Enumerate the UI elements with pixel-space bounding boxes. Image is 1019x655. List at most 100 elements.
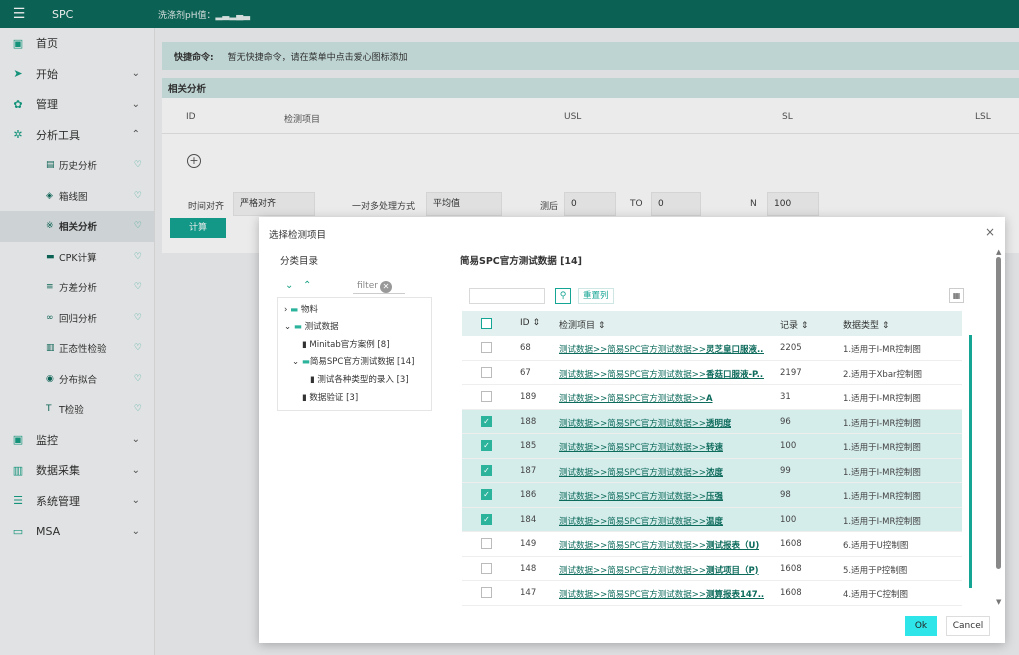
row-count: 98 xyxy=(780,490,791,500)
tree-node-test-data[interactable]: ⌄ ▬ 测试数据 xyxy=(284,320,339,332)
dialog-scrollbar[interactable] xyxy=(996,257,1001,569)
header-type[interactable]: 数据类型 ⇕ xyxy=(843,318,889,331)
table-scrollbar[interactable] xyxy=(969,335,972,588)
expand-all-icon[interactable]: ⌄ xyxy=(285,280,293,291)
row-item-link[interactable]: 测试数据>>简易SPC官方测试数据>>浓度 xyxy=(559,466,723,478)
table-row[interactable]: ✓ 187 测试数据>>简易SPC官方测试数据>>浓度 99 1.适用于I-MR控制图 xyxy=(462,458,962,483)
row-checkbox[interactable] xyxy=(481,342,492,353)
row-item-name: A xyxy=(705,394,713,404)
row-id: 184 xyxy=(520,514,537,525)
row-item-name: 测算报表147... xyxy=(705,590,764,600)
item-search-input[interactable] xyxy=(469,288,545,304)
row-checkbox[interactable] xyxy=(481,587,492,598)
tree-node-data-validation[interactable]: ▮ 数据验证 [3] xyxy=(302,391,358,403)
row-item-link[interactable]: 测试数据>>简易SPC官方测试数据>>A xyxy=(559,392,713,404)
row-checkbox[interactable] xyxy=(481,562,492,574)
folder-open-icon: ▬ xyxy=(301,357,310,367)
row-item-link[interactable]: 测试数据>>简易SPC官方测试数据>>测试报表（U) xyxy=(559,539,759,551)
row-checkbox[interactable]: ✓ xyxy=(481,464,492,476)
row-count: 99 xyxy=(780,465,791,476)
ok-button[interactable]: Ok xyxy=(905,616,937,636)
tree-node-label: 数据验证 [3] xyxy=(309,393,359,403)
tree-filter-input[interactable]: filter xyxy=(353,278,405,294)
row-item-link[interactable]: 测试数据>>简易SPC官方测试数据>>转速 xyxy=(559,441,723,453)
select-all-checkbox[interactable] xyxy=(481,318,492,329)
row-count: 2205 xyxy=(780,343,802,353)
row-item-link[interactable]: 测试数据>>简易SPC官方测试数据>>香菇口服液-P... xyxy=(559,368,764,380)
row-item-prefix: 测试数据>>简易SPC官方测试数据>> xyxy=(559,590,706,600)
row-item-link[interactable]: 测试数据>>简易SPC官方测试数据>>灵芝皇口服液... xyxy=(559,343,764,355)
row-checkbox[interactable] xyxy=(481,366,492,378)
row-checkbox[interactable]: ✓ xyxy=(481,489,492,500)
row-item-prefix: 测试数据>>简易SPC官方测试数据>> xyxy=(559,492,706,502)
folder-icon: ▬ xyxy=(290,305,299,315)
column-settings-icon[interactable]: ▦ xyxy=(949,288,964,303)
row-count: 96 xyxy=(780,416,791,427)
tree-node-input-types[interactable]: ▮ 测试各种类型的录入 [3] xyxy=(310,373,409,385)
row-item-link[interactable]: 测试数据>>简易SPC官方测试数据>>温度 xyxy=(559,515,723,527)
tree-node-material[interactable]: › ▬ 物料 xyxy=(284,303,318,315)
search-icon[interactable]: ⚲ xyxy=(555,288,571,304)
header-item[interactable]: 检测项目 ⇕ xyxy=(559,318,605,331)
table-row[interactable]: ✓ 184 测试数据>>简易SPC官方测试数据>>温度 100 1.适用于I-MR控制图 xyxy=(462,507,962,532)
row-id: 149 xyxy=(520,539,537,549)
row-count: 100 xyxy=(780,514,797,525)
row-item-name: 转速 xyxy=(705,443,723,453)
table-row[interactable]: 147 测试数据>>简易SPC官方测试数据>>测算报表147... 1608 4.适用… xyxy=(462,581,962,606)
item-table-header: ID ⇕ 检测项目 ⇕ 记录 ⇕ 数据类型 ⇕ xyxy=(462,311,962,336)
row-item-prefix: 测试数据>>简易SPC官方测试数据>> xyxy=(559,345,706,355)
file-icon: ▮ xyxy=(302,340,307,350)
row-id: 187 xyxy=(520,465,537,476)
reset-columns-button[interactable]: 重置列 xyxy=(578,288,614,304)
row-id: 148 xyxy=(520,563,537,574)
row-checkbox[interactable] xyxy=(481,538,492,549)
row-id: 147 xyxy=(520,588,537,598)
row-type: 1.适用于I-MR控制图 xyxy=(843,467,921,478)
row-item-link[interactable]: 测试数据>>简易SPC官方测试数据>>压强 xyxy=(559,490,723,502)
row-item-name: 测试项目（P) xyxy=(705,565,759,576)
header-count[interactable]: 记录 ⇕ xyxy=(780,318,808,331)
table-row[interactable]: 149 测试数据>>简易SPC官方测试数据>>测试报表（U) 1608 6.适用于U控… xyxy=(462,532,962,557)
row-type: 1.适用于I-MR控制图 xyxy=(843,394,921,404)
tree-node-minitab[interactable]: ▮ Minitab官方案例 [8] xyxy=(302,338,390,350)
table-row[interactable]: 68 测试数据>>简易SPC官方测试数据>>灵芝皇口服液... 2205 1.适用于I… xyxy=(462,336,962,361)
row-item-link[interactable]: 测试数据>>简易SPC官方测试数据>>透明度 xyxy=(559,417,731,429)
row-checkbox[interactable]: ✓ xyxy=(481,415,492,427)
table-row[interactable]: 67 测试数据>>简易SPC官方测试数据>>香菇口服液-P... 2197 2.适用于… xyxy=(462,361,962,385)
row-checkbox[interactable]: ✓ xyxy=(481,440,492,451)
row-type: 6.适用于U控制图 xyxy=(843,541,909,551)
table-row[interactable]: ✓ 186 测试数据>>简易SPC官方测试数据>>压强 98 1.适用于I-MR控制图 xyxy=(462,483,962,508)
tree-node-label: 测试各种类型的录入 [3] xyxy=(317,375,409,385)
tree-title: 分类目录 xyxy=(280,256,319,267)
row-count: 1608 xyxy=(780,539,802,549)
row-item-link[interactable]: 测试数据>>简易SPC官方测试数据>>测算报表147... xyxy=(559,588,764,600)
tree-toolbar: ⌄ ⌃ xyxy=(285,280,311,291)
tree-node-spc-official[interactable]: ⌄ ▬简易SPC官方测试数据 [14] xyxy=(292,355,414,367)
row-item-prefix: 测试数据>>简易SPC官方测试数据>> xyxy=(559,394,706,404)
row-count: 1608 xyxy=(780,563,802,574)
tree-node-label: 物料 xyxy=(300,305,318,315)
row-item-link[interactable]: 测试数据>>简易SPC官方测试数据>>测试项目（P) xyxy=(559,564,759,576)
row-type: 1.适用于I-MR控制图 xyxy=(843,492,921,502)
collapse-all-icon[interactable]: ⌃ xyxy=(303,280,311,291)
scroll-down-icon[interactable]: ▼ xyxy=(996,598,1001,606)
clear-filter-icon[interactable]: ✕ xyxy=(380,281,392,293)
row-count: 31 xyxy=(780,392,791,402)
row-item-name: 浓度 xyxy=(705,467,723,478)
cancel-button[interactable]: Cancel xyxy=(946,616,990,636)
row-id: 185 xyxy=(520,441,537,451)
header-id[interactable]: ID ⇕ xyxy=(520,318,540,328)
table-row[interactable]: ✓ 188 测试数据>>简易SPC官方测试数据>>透明度 96 1.适用于I-MR控制图 xyxy=(462,409,962,434)
row-type: 1.适用于I-MR控制图 xyxy=(843,516,921,527)
table-row[interactable]: ✓ 185 测试数据>>简易SPC官方测试数据>>转速 100 1.适用于I-MR控制图 xyxy=(462,434,962,459)
close-icon[interactable]: × xyxy=(985,225,995,239)
table-row[interactable]: 148 测试数据>>简易SPC官方测试数据>>测试项目（P) 1608 5.适用于P控… xyxy=(462,557,962,581)
scroll-up-icon[interactable]: ▲ xyxy=(996,248,1001,256)
table-row[interactable]: 189 测试数据>>简易SPC官方测试数据>>A 31 1.适用于I-MR控制图 xyxy=(462,385,962,410)
row-id: 68 xyxy=(520,343,531,353)
row-item-name: 压强 xyxy=(705,492,723,502)
row-item-prefix: 测试数据>>简易SPC官方测试数据>> xyxy=(559,541,706,551)
row-type: 4.适用于C控制图 xyxy=(843,590,909,600)
row-checkbox[interactable] xyxy=(481,391,492,402)
row-checkbox[interactable]: ✓ xyxy=(481,513,492,525)
